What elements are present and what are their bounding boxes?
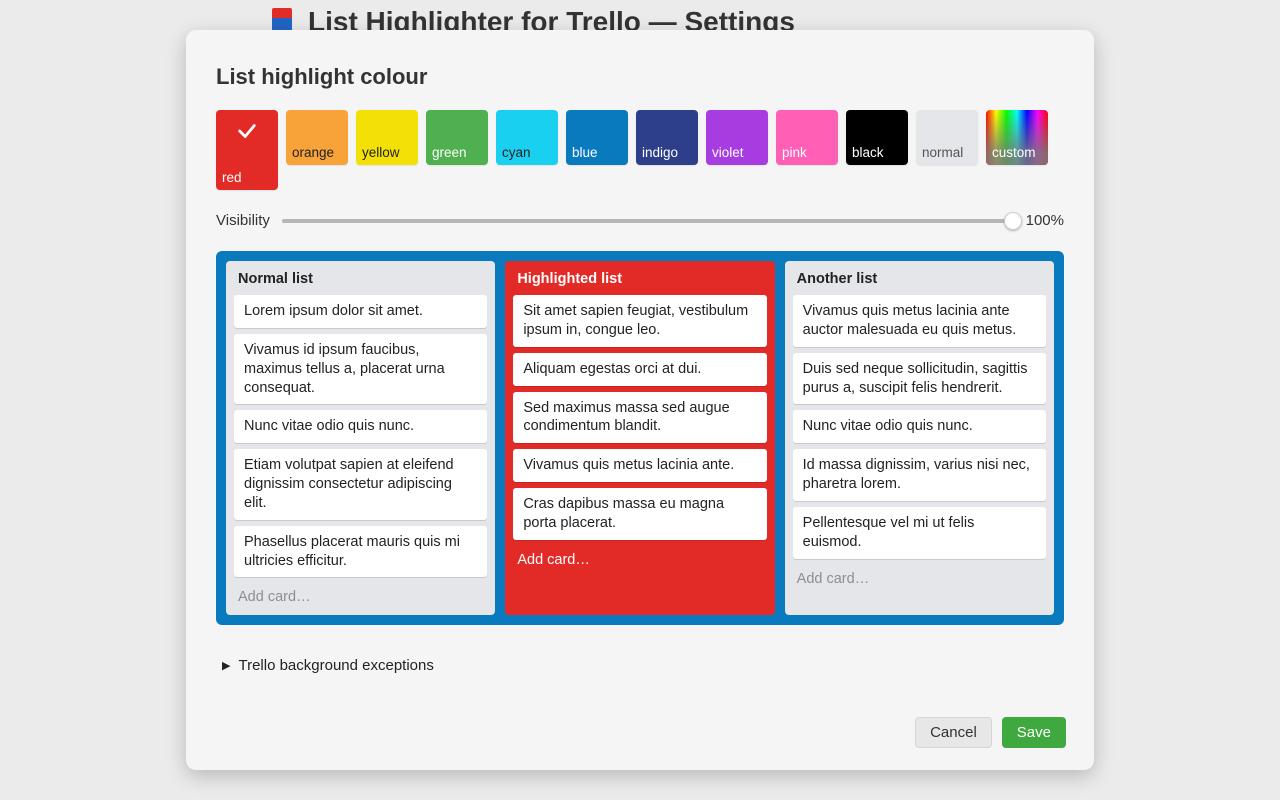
list-card[interactable]: Vivamus quis metus lacinia ante auctor m… <box>793 295 1046 347</box>
preview-list: Highlighted listSit amet sapien feugiat,… <box>505 261 774 615</box>
swatch-label: custom <box>992 146 1036 161</box>
section-title: List highlight colour <box>216 64 1064 90</box>
save-button[interactable]: Save <box>1002 717 1066 748</box>
swatch-label: pink <box>782 146 832 161</box>
list-title: Normal list <box>234 269 487 295</box>
visibility-slider-thumb[interactable] <box>1004 212 1022 230</box>
list-card[interactable]: Nunc vitae odio quis nunc. <box>793 410 1046 443</box>
color-swatch-indigo[interactable]: indigo <box>636 110 698 165</box>
color-swatch-red[interactable]: red <box>216 110 278 190</box>
list-card[interactable]: Vivamus quis metus lacinia ante. <box>513 449 766 482</box>
list-card[interactable]: Nunc vitae odio quis nunc. <box>234 410 487 443</box>
list-card[interactable]: Lorem ipsum dolor sit amet. <box>234 295 487 328</box>
settings-modal: List highlight colour red orange yellow gre… <box>186 30 1094 770</box>
swatch-label: green <box>432 146 482 161</box>
preview-list: Normal listLorem ipsum dolor sit amet. Vi… <box>226 261 495 615</box>
swatch-label: indigo <box>642 146 692 161</box>
color-swatch-violet[interactable]: violet <box>706 110 768 165</box>
list-card[interactable]: Sed maximus massa sed augue condimentum … <box>513 392 766 444</box>
color-swatch-green[interactable]: green <box>426 110 488 165</box>
footer-buttons: Cancel Save <box>915 717 1066 748</box>
color-swatch-pink[interactable]: pink <box>776 110 838 165</box>
chevron-right-icon: ▶ <box>222 659 230 672</box>
visibility-label: Visibility <box>216 212 270 229</box>
preview-list: Another listVivamus quis metus lacinia a… <box>785 261 1054 615</box>
swatch-label: black <box>852 146 902 161</box>
swatch-label: blue <box>572 146 622 161</box>
preview-board: Normal listLorem ipsum dolor sit amet. Vi… <box>216 251 1064 625</box>
add-card-link[interactable]: Add card… <box>793 565 1046 587</box>
color-swatch-black[interactable]: black <box>846 110 908 165</box>
color-swatch-normal[interactable]: normal <box>916 110 978 165</box>
swatch-label: cyan <box>502 146 552 161</box>
add-card-link[interactable]: Add card… <box>513 546 766 568</box>
visibility-row: Visibility 100% <box>216 212 1064 229</box>
list-title: Another list <box>793 269 1046 295</box>
list-card[interactable]: Pellentesque vel mi ut felis euismod. <box>793 507 1046 559</box>
list-card[interactable]: Phasellus placerat mauris quis mi ultric… <box>234 526 487 578</box>
color-swatch-orange[interactable]: orange <box>286 110 348 165</box>
disclosure-label: Trello background exceptions <box>238 657 433 674</box>
add-card-link[interactable]: Add card… <box>234 583 487 605</box>
list-card[interactable]: Sit amet sapien feugiat, vestibulum ipsu… <box>513 295 766 347</box>
color-swatch-yellow[interactable]: yellow <box>356 110 418 165</box>
swatch-label: normal <box>922 146 972 161</box>
swatch-label: violet <box>712 146 762 161</box>
list-card[interactable]: Vivamus id ipsum faucibus, maximus tellu… <box>234 334 487 405</box>
color-swatch-custom[interactable]: custom <box>986 110 1048 165</box>
list-card[interactable]: Aliquam egestas orci at dui. <box>513 353 766 386</box>
check-icon <box>236 120 258 142</box>
color-swatch-cyan[interactable]: cyan <box>496 110 558 165</box>
list-card[interactable]: Etiam volutpat sapien at eleifend dignis… <box>234 449 487 520</box>
list-title: Highlighted list <box>513 269 766 295</box>
swatch-label: yellow <box>362 146 412 161</box>
swatch-label: red <box>222 171 272 186</box>
color-swatch-row: red orange yellow green cyan blue indigo violet… <box>216 110 1064 190</box>
list-card[interactable]: Duis sed neque sollicitudin, sagittis pu… <box>793 353 1046 405</box>
visibility-value: 100% <box>1026 212 1064 229</box>
list-card[interactable]: Cras dapibus massa eu magna porta placer… <box>513 488 766 540</box>
background-exceptions-disclosure[interactable]: ▶ Trello background exceptions <box>222 657 1064 674</box>
cancel-button[interactable]: Cancel <box>915 717 992 748</box>
swatch-label: orange <box>292 146 342 161</box>
color-swatch-blue[interactable]: blue <box>566 110 628 165</box>
list-card[interactable]: Id massa dignissim, varius nisi nec, pha… <box>793 449 1046 501</box>
visibility-slider[interactable] <box>282 219 1014 223</box>
